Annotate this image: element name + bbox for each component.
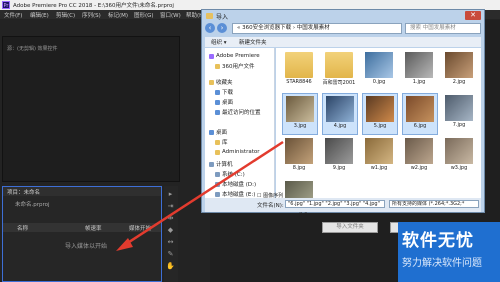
watermark: 软件无忧 努力解决软件问题	[398, 222, 500, 282]
watermark-subtitle: 努力解决软件问题	[402, 258, 482, 269]
watermark-title: 软件无忧	[402, 231, 474, 251]
